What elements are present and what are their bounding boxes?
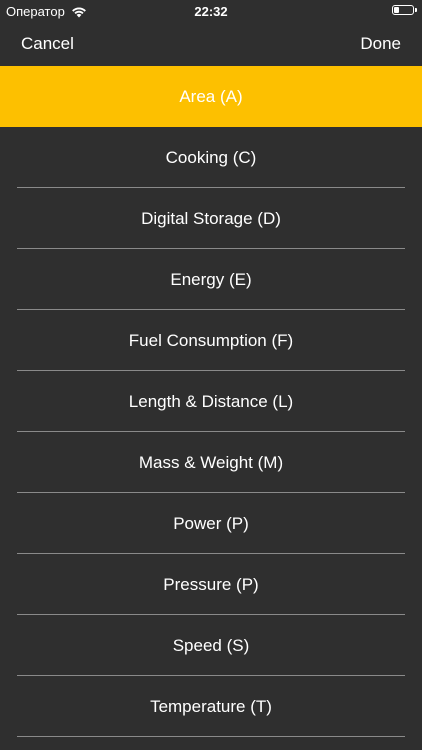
category-row-digital-storage[interactable]: Digital Storage (D) [0,188,422,249]
category-row-speed[interactable]: Speed (S) [0,615,422,676]
row-separator [17,736,405,737]
category-row-pressure[interactable]: Pressure (P) [0,554,422,615]
category-list: Area (A) Cooking (C) Digital Storage (D)… [0,66,422,737]
category-label: Mass & Weight (M) [138,452,284,472]
category-row-length-distance[interactable]: Length & Distance (L) [0,371,422,432]
battery-icon [392,5,417,15]
category-row-power[interactable]: Power (P) [0,493,422,554]
category-row-cooking[interactable]: Cooking (C) [0,127,422,188]
category-row-fuel-consumption[interactable]: Fuel Consumption (F) [0,310,422,371]
battery-level-fill [394,7,399,13]
category-label: Area (A) [179,86,243,106]
category-row-mass-weight[interactable]: Mass & Weight (M) [0,432,422,493]
category-label: Cooking (C) [165,147,257,167]
category-label: Fuel Consumption (F) [128,330,294,350]
done-button[interactable]: Done [360,34,401,54]
category-row-energy[interactable]: Energy (E) [0,249,422,310]
category-label: Temperature (T) [150,696,272,716]
category-label: Power (P) [173,513,249,533]
category-label: Digital Storage (D) [141,208,281,228]
category-label: Length & Distance (L) [128,391,294,411]
category-label: Pressure (P) [163,574,259,594]
category-row-area[interactable]: Area (A) [0,66,422,127]
category-label: Energy (E) [170,269,252,289]
cancel-button[interactable]: Cancel [21,34,74,54]
category-row-temperature[interactable]: Temperature (T) [0,676,422,737]
nav-bar: Cancel Done [0,22,422,66]
category-label: Speed (S) [172,635,250,655]
status-bar: Оператор 22:32 [0,0,422,22]
status-time: 22:32 [194,4,228,19]
